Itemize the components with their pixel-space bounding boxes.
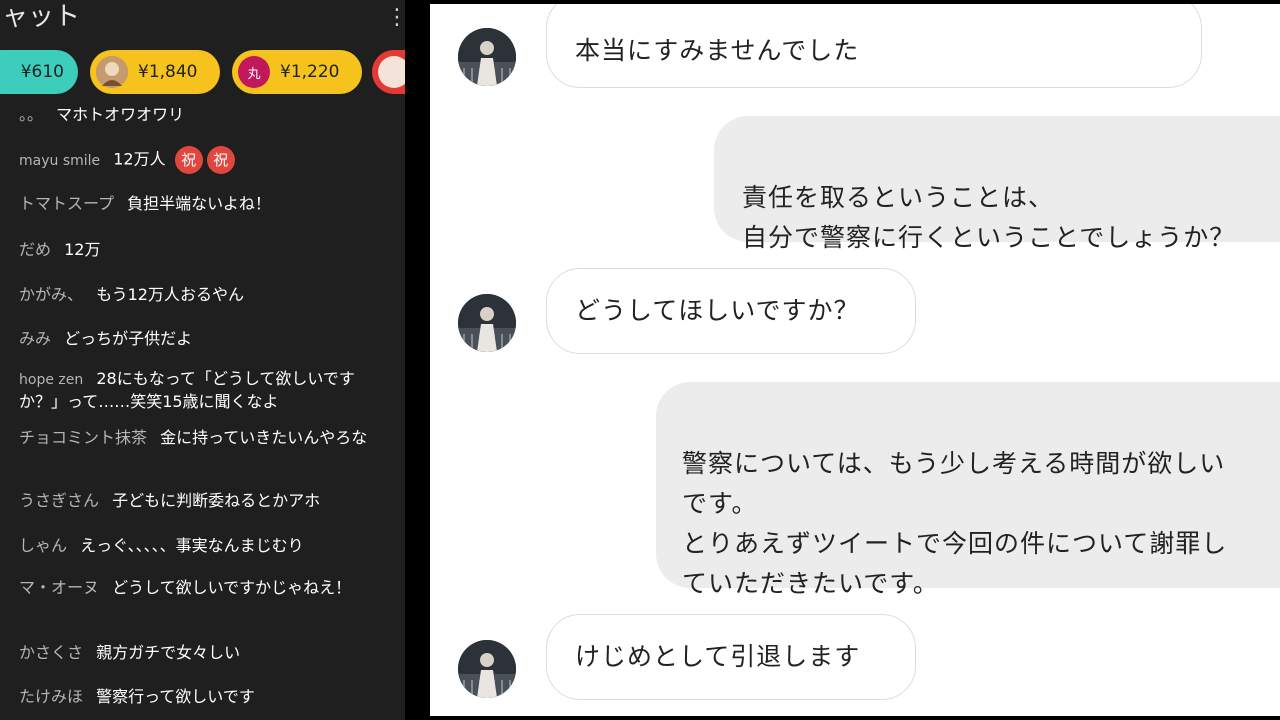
- chat-message: mayu smile 12万人 祝祝: [19, 146, 389, 174]
- chat-author: マ・オーヌ: [19, 578, 100, 597]
- super-chat-amount: ¥610: [20, 62, 64, 82]
- chat-message: うさぎさん 子どもに判断委ねるとかアホ: [19, 490, 389, 512]
- message-text: 本当にすみませんでした: [575, 36, 860, 65]
- chat-text: もう12万人おるやん: [96, 285, 244, 304]
- sent-message: 警察については、もう少し考える時間が欲しい です。 とりあえずツイートで今回の件…: [656, 382, 1280, 598]
- chat-author: チョコミント抹茶: [19, 428, 148, 447]
- dm-conversation: 本当にすみませんでした 責任を取るということは、 自分で警察に行くということでし…: [430, 4, 1280, 716]
- avatar: [458, 294, 516, 352]
- super-chat-chip[interactable]: [372, 50, 405, 94]
- chat-text: 子どもに判断委ねるとかアホ: [112, 491, 321, 510]
- chat-author: だめ: [19, 240, 52, 259]
- received-message: どうしてほしいですか？: [546, 268, 916, 354]
- message-text: 警察については、もう少し考える時間が欲しい です。 とりあえずツイートで今回の件…: [682, 449, 1228, 598]
- chat-text: 金に持っていきたいんやろな: [160, 428, 368, 447]
- super-chat-chip[interactable]: ¥1,840: [90, 50, 220, 94]
- chat-author: 。。: [19, 105, 44, 124]
- chat-author: うさぎさん: [19, 491, 100, 510]
- super-chat-amount: ¥1,220: [280, 62, 340, 82]
- chat-text: 警察行って欲しいです: [96, 687, 255, 706]
- avatar: [378, 56, 405, 88]
- super-chat-amount: ¥1,840: [138, 62, 198, 82]
- chat-message: しゃん えっぐ、、、、、事実なんまじむり: [19, 535, 389, 557]
- chat-author: たけみほ: [19, 687, 84, 706]
- chat-author: hope zen: [19, 372, 84, 388]
- message-text: どうしてほしいですか？: [575, 296, 860, 325]
- message-text: 責任を取るということは、 自分で警察に行くということでしょうか？: [742, 183, 1236, 252]
- super-chat-ticker: ¥610 ¥1,840 丸 ¥1,220: [0, 50, 405, 96]
- chat-text: どっちが子供だよ: [64, 329, 193, 348]
- chat-author: かさくさ: [19, 643, 84, 662]
- avatar: [458, 640, 516, 698]
- chat-message: チョコミント抹茶 金に持っていきたいんやろな: [19, 427, 381, 449]
- more-options-icon[interactable]: ⋮: [386, 6, 405, 30]
- chat-text: マホトオワオワリ: [56, 105, 185, 124]
- chat-message: たけみほ 警察行って欲しいです: [19, 686, 389, 708]
- celebration-emoji: 祝: [206, 146, 235, 174]
- celebration-emoji: 祝: [174, 146, 203, 174]
- avatar: [96, 56, 128, 88]
- super-chat-chip[interactable]: 丸 ¥1,220: [232, 50, 362, 94]
- received-message: 本当にすみませんでした: [546, 4, 1202, 88]
- message-text: けじめとして引退します: [575, 642, 861, 671]
- chat-text: 12万: [64, 240, 101, 259]
- chat-author: mayu smile: [19, 152, 101, 169]
- chat-author: しゃん: [19, 536, 68, 555]
- chat-message: みみ どっちが子供だよ: [19, 328, 389, 350]
- chat-message: だめ 12万: [19, 239, 389, 261]
- chat-text: 12万人: [113, 149, 166, 169]
- avatar: 丸: [238, 56, 270, 88]
- super-chat-chip[interactable]: ¥610: [0, 50, 78, 94]
- chat-text: 親方ガチで女々しい: [96, 643, 241, 662]
- chat-message: マ・オーヌ どうして欲しいですかじゃねえ！: [19, 577, 364, 599]
- chat-author: かがみ、: [19, 285, 84, 304]
- chat-text: 負担半端ないよね！: [127, 194, 271, 213]
- chat-message: hope zen 28にもなって「どうして欲しいですか？」って……笑笑15歳に聞…: [19, 368, 374, 413]
- received-message: けじめとして引退します: [546, 614, 916, 700]
- chat-author: トマトスープ: [19, 194, 115, 213]
- chat-message: かさくさ 親方ガチで女々しい: [19, 642, 389, 664]
- chat-text: どうして欲しいですかじゃねえ！: [112, 578, 352, 597]
- chat-message: かがみ、 もう12万人おるやん: [19, 284, 389, 306]
- chat-author: みみ: [19, 329, 52, 348]
- chat-message: トマトスープ 負担半端ないよね！: [19, 193, 389, 215]
- chat-message: 。。 マホトオワオワリ: [19, 104, 389, 126]
- chat-text: えっぐ、、、、、事実なんまじむり: [80, 536, 304, 555]
- avatar: [458, 28, 516, 86]
- sent-message: 責任を取るということは、 自分で警察に行くということでしょうか？: [714, 116, 1280, 252]
- live-chat-panel: ャット ⋮ ¥610 ¥1,840 丸 ¥1,220 。。 マホトオワオワリ m…: [0, 0, 405, 720]
- chat-title: ャット: [2, 2, 81, 32]
